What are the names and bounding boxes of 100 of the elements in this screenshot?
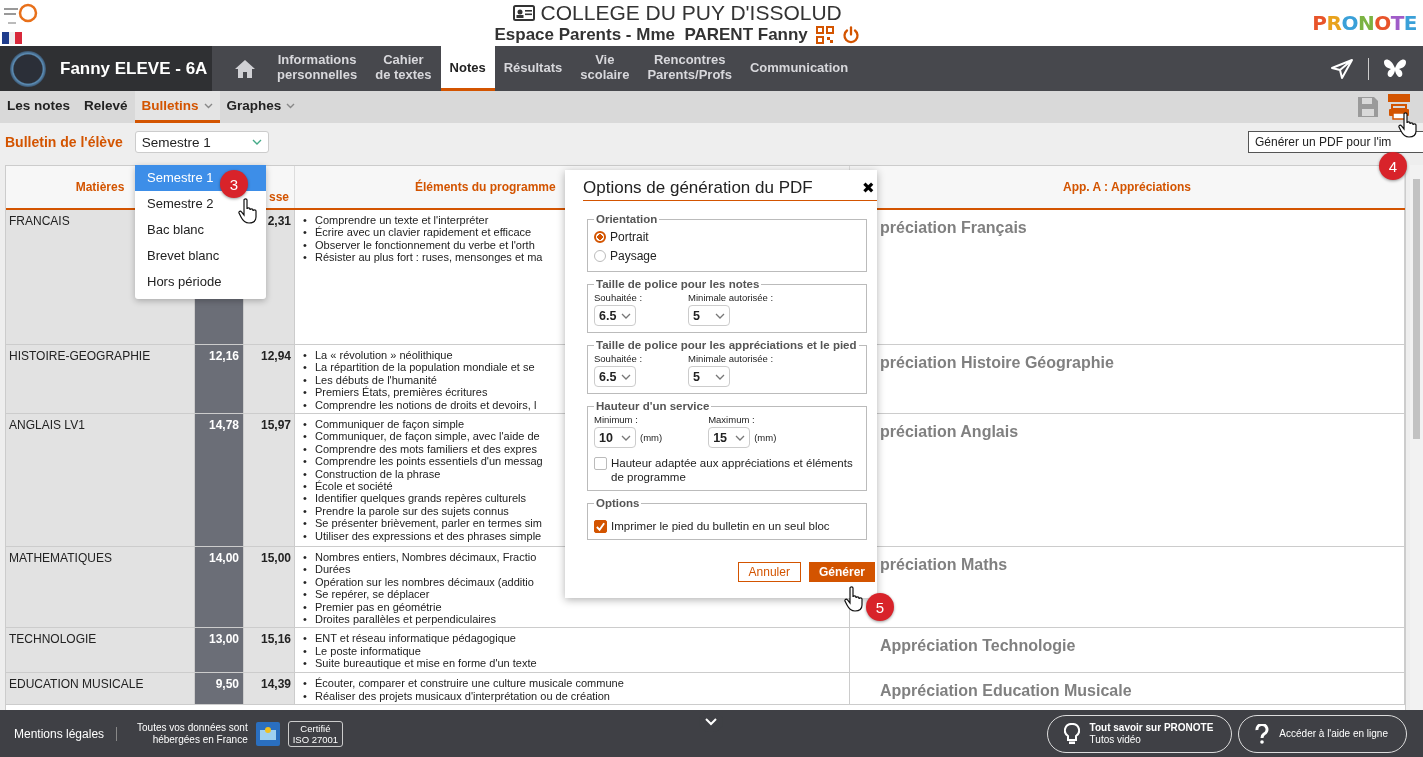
close-button[interactable]: ✖ (860, 179, 877, 197)
caret-icon (621, 373, 631, 380)
program-item: • Communiquer de façon simple (303, 417, 465, 432)
nav-tab[interactable]: Résultats (494, 46, 572, 91)
filter-label: Bulletin de l'élève (5, 134, 123, 150)
checkbox-option[interactable]: Hauteur adaptée aux appréciations et éléments de programme (594, 456, 860, 484)
tutorial-button[interactable]: Tout savoir sur PRONOTE Tutos vidéo (1046, 714, 1233, 753)
certification-badge: Certifié ISO 27001 (287, 720, 344, 747)
nav-tab[interactable]: Communication (740, 46, 858, 91)
program-item: • Durées (303, 562, 351, 577)
class-average-cell: 15,97 (244, 414, 295, 547)
class-average-cell: 15,16 (244, 628, 295, 673)
butterfly-icon[interactable] (1383, 57, 1407, 80)
group-legend: Hauteur d'un service (594, 400, 712, 412)
brand-logo: PRONOTE (1312, 11, 1417, 35)
caret-icon (621, 434, 631, 441)
period-select[interactable]: Semestre 1 (134, 131, 269, 153)
program-item: • École et société (303, 479, 393, 494)
program-item: • La « révolution » néolithique (303, 348, 453, 363)
program-item: • ENT et réseau informatique pédagogique (303, 631, 516, 646)
nav-tab[interactable]: Rencontres Parents/Profs (638, 46, 741, 91)
student-average-cell: 9,50 (195, 673, 244, 705)
sub-tab[interactable]: Relevé (77, 91, 135, 123)
caret-icon (621, 312, 631, 319)
program-item: • Nombres entiers, Nombres décimaux, Fractio (303, 550, 537, 565)
subject-cell: ANGLAIS LV1 (6, 414, 195, 547)
appreciation-text: préciation Français (880, 219, 1027, 236)
id-card-icon (512, 5, 535, 21)
cancel-button[interactable]: Annuler (737, 562, 801, 582)
program-item: • Comprendre les notions de droits et devoirs, l (303, 398, 537, 413)
subject-cell: TECHNOLOGIE (6, 628, 195, 673)
program-item: • Comprendre les points essentiels d'un messag (303, 455, 543, 469)
group-legend: Options (594, 497, 642, 509)
size-select[interactable]: 6.5 (594, 305, 636, 326)
program-item: • Prendre la parole sur des sujets connus (303, 504, 509, 519)
scrollbar[interactable] (1410, 165, 1423, 710)
field-label: Maximum : (708, 414, 756, 425)
height-select[interactable]: 10 (594, 427, 636, 448)
pdf-print-icon[interactable] (1387, 94, 1411, 120)
field-label: Minimum : (594, 414, 639, 425)
pointer-hand-icon (238, 198, 258, 224)
program-item: • Premiers États, premières écritures (303, 385, 488, 400)
group-legend: Taille de police pour les appréciations et le pied (594, 339, 859, 351)
field-label: Minimale autorisée : (688, 292, 774, 303)
program-item: • Les débuts de l'humanité (303, 373, 437, 386)
program-item: • Opération sur les nombres décimaux (additio (303, 574, 534, 590)
appreciation-text: préciation Histoire Géographie (880, 354, 1114, 371)
radio-option[interactable]: Paysage (594, 246, 860, 265)
help-button[interactable]: Accéder à l'aide en ligne (1238, 714, 1407, 753)
program-item: • Se repérer, se déplacer (303, 588, 430, 602)
nav-tab[interactable]: Informations personnelles (268, 46, 367, 91)
help-icon (1255, 723, 1270, 744)
checkbox-option[interactable]: Imprimer le pied du bulletin en un seul bloc (594, 519, 860, 533)
student-average-cell: 13,00 (195, 628, 244, 673)
radio-option[interactable]: Portrait (594, 227, 860, 246)
student-average-cell: 14,00 (195, 547, 244, 628)
caret-icon (251, 139, 262, 145)
group-legend: Taille de police pour les notes (594, 278, 762, 290)
program-item: • Réaliser des projets musicaux d'interprétation ou de création (303, 689, 610, 704)
size-select[interactable]: 5 (688, 305, 731, 326)
program-item: • Se présenter brièvement, parler en termes sim (303, 517, 542, 531)
space-subtitle: Espace Parents - Mme PARENT Fanny (494, 25, 808, 45)
sub-tab[interactable]: Graphes (219, 91, 303, 123)
program-item: • Comprendre des mots familiers et des expres (303, 442, 537, 457)
caret-icon (715, 312, 726, 319)
unit-label: (mm) (640, 432, 663, 443)
legal-link[interactable]: Mentions légales (14, 726, 118, 741)
program-item: • Utiliser des expressions et des phrases simple (303, 529, 542, 544)
nav-tab[interactable]: Cahier de textes (366, 46, 441, 91)
generate-button[interactable]: Générer (808, 562, 875, 582)
program-item: • Observer le fonctionnement du verbe et l'orth (303, 238, 535, 253)
program-item: • Droites parallèles et perpendiculaires (303, 613, 496, 627)
caret-icon (715, 373, 726, 380)
hosting-badge-icon (255, 721, 280, 746)
subject-cell: MATHEMATIQUES (6, 547, 195, 628)
appreciation-text: Appréciation Education Musicale (880, 682, 1132, 700)
qr-code-icon[interactable] (815, 26, 834, 44)
subject-cell: EDUCATION MUSICALE (6, 673, 195, 705)
group-legend: Orientation (594, 213, 660, 225)
student-average-cell: 14,78 (195, 414, 244, 547)
size-select[interactable]: 6.5 (594, 366, 636, 387)
nav-tab[interactable]: Vie scolaire (571, 46, 639, 91)
checkmark-icon (595, 520, 606, 533)
tooltip: Générer un PDF pour l'im (1248, 131, 1423, 153)
nav-tab[interactable]: Notes (440, 46, 495, 91)
send-icon[interactable] (1330, 57, 1354, 80)
power-icon[interactable] (841, 26, 860, 44)
class-average-cell: 15,00 (244, 547, 295, 628)
size-select[interactable]: 5 (688, 366, 731, 387)
class-average-cell: 12,94 (244, 345, 295, 414)
chevron-down-icon (705, 718, 717, 726)
pointer-hand-icon (1398, 112, 1418, 138)
table-header: sse (268, 190, 289, 204)
sub-tab[interactable]: Les notes (0, 91, 78, 123)
program-item: • Construction de la phrase (303, 467, 441, 480)
field-label: Souhaitée : (594, 292, 643, 303)
lightbulb-icon (1063, 722, 1080, 745)
unit-label: (mm) (754, 432, 777, 443)
program-item: • Premier pas en géométrie (303, 600, 442, 615)
height-select[interactable]: 15 (708, 427, 751, 448)
